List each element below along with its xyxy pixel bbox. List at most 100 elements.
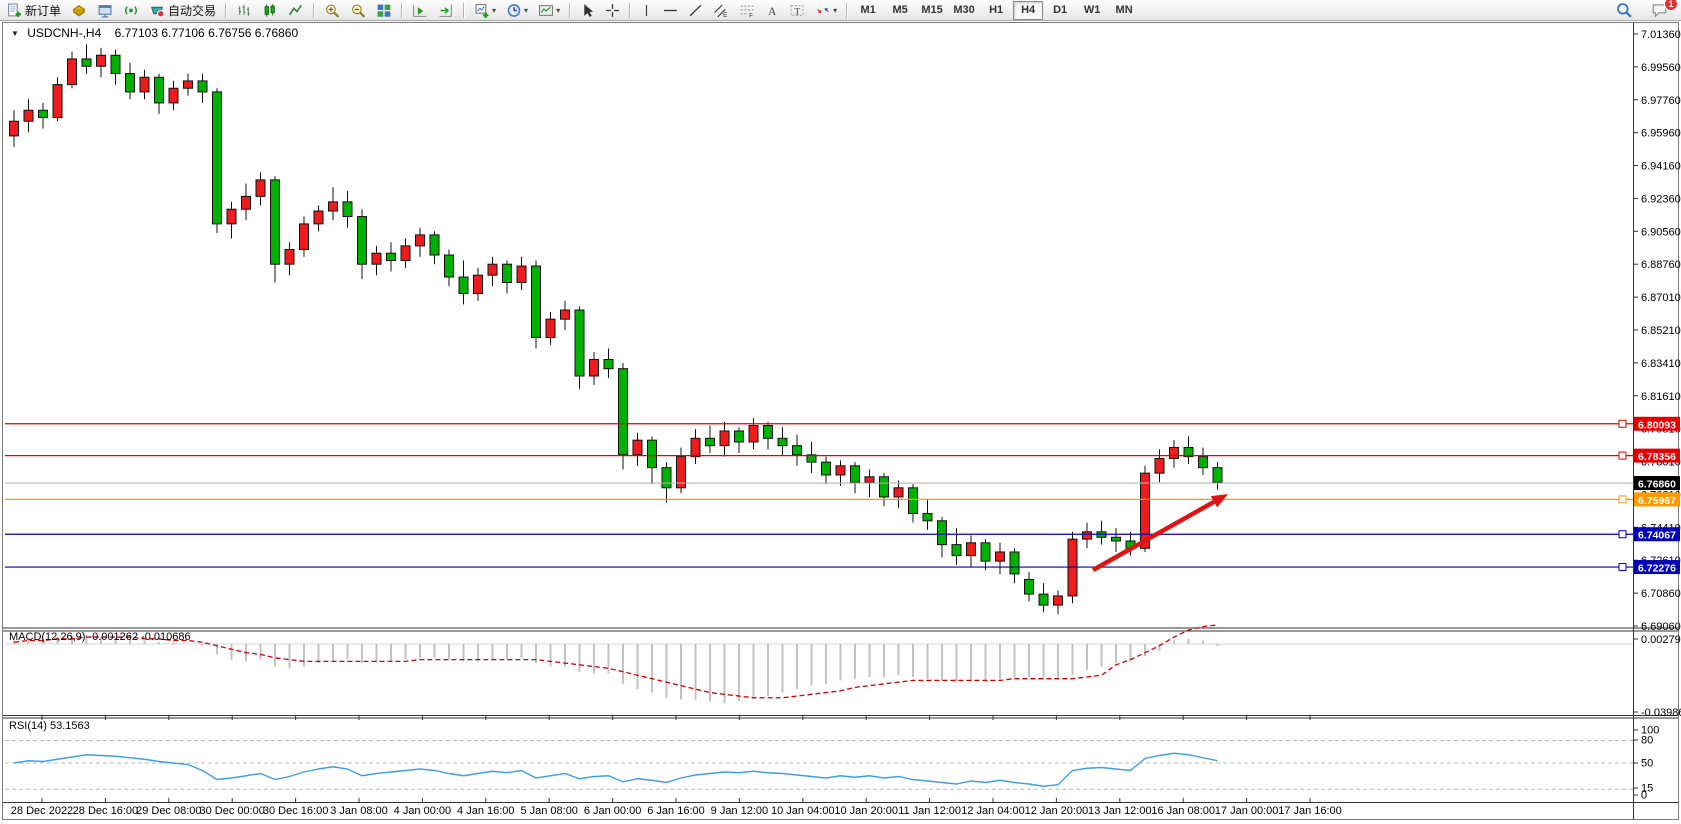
candle (967, 543, 976, 556)
timeframe-mn[interactable]: MN (1109, 1, 1139, 20)
auto-scroll-button[interactable] (408, 0, 432, 21)
templates-caret-icon: ▾ (556, 6, 560, 15)
candle (575, 310, 584, 376)
timeframe-m15[interactable]: M15 (917, 1, 947, 20)
chart-canvas[interactable]: 7.013606.995606.977606.959606.941606.923… (0, 0, 1681, 824)
candle (561, 310, 570, 319)
arrows-button[interactable]: ▾ (811, 0, 841, 21)
date-axis-label: 4 Jan 16:00 (457, 805, 515, 817)
zoom-in-icon (324, 3, 340, 18)
tile-windows-button[interactable] (372, 0, 396, 21)
price-axis-label: 6.94160 (1641, 161, 1681, 173)
cursor-button[interactable] (576, 0, 599, 21)
vertical-line-button[interactable] (636, 0, 657, 21)
templates-icon (538, 3, 554, 18)
zoom-out-icon (350, 3, 366, 18)
candle (82, 59, 91, 66)
horizontal-line-button[interactable] (659, 0, 682, 21)
candle (517, 266, 526, 282)
cursor-icon (580, 3, 595, 18)
date-axis-label: 4 Jan 00:00 (394, 805, 452, 817)
date-axis-label: 11 Jan 12:00 (898, 805, 961, 817)
price-line-label: 6.76860 (1638, 479, 1676, 491)
rsi-axis-label: 50 (1641, 758, 1653, 770)
candle (648, 440, 657, 467)
date-axis-label: 5 Jan 08:00 (520, 805, 578, 817)
candle (1170, 447, 1179, 458)
date-axis-label: 13 Jan 12:00 (1088, 805, 1152, 817)
candle (1054, 596, 1063, 605)
candle (387, 253, 396, 260)
bar-chart-button[interactable] (232, 0, 256, 21)
toolbar-separator (225, 3, 227, 18)
candle (1112, 537, 1121, 541)
text-label-button[interactable]: T (785, 0, 809, 21)
candle (445, 255, 454, 277)
autotrading-icon (149, 3, 165, 18)
chart-menu-triangle-icon[interactable]: ▼ (11, 29, 19, 38)
date-axis-label: 28 Dec 16:00 (73, 805, 138, 817)
market-watch-button[interactable] (67, 0, 91, 21)
timeframe-d1[interactable]: D1 (1045, 1, 1075, 20)
chart-shift-icon (438, 3, 454, 18)
timeframe-w1[interactable]: W1 (1077, 1, 1107, 20)
bar-chart-icon (236, 3, 252, 18)
data-window-button[interactable] (93, 0, 117, 21)
crosshair-button[interactable] (601, 0, 624, 21)
candle (329, 202, 338, 211)
zoom-out-button[interactable] (346, 0, 370, 21)
timeframe-m5[interactable]: M5 (885, 1, 915, 20)
chart-shift-button[interactable] (434, 0, 458, 21)
equidistant-channel-button[interactable]: E (709, 0, 733, 21)
price-axis-label: 6.97760 (1641, 95, 1681, 107)
price-axis-label: 6.81610 (1641, 391, 1681, 403)
navigator-button[interactable] (119, 0, 143, 21)
periods-clock-icon (506, 3, 522, 18)
text-label-icon: T (789, 3, 805, 18)
candle (662, 468, 671, 488)
candle (938, 521, 947, 545)
candle (923, 513, 932, 520)
price-axis-label: 6.85210 (1641, 325, 1681, 337)
candle (619, 369, 628, 455)
line-chart-button[interactable] (284, 0, 308, 21)
price-axis-label: 6.88760 (1641, 259, 1681, 271)
candle (1199, 457, 1208, 468)
candle (474, 275, 483, 293)
periods-button[interactable]: ▾ (502, 0, 532, 21)
line-handle (1619, 531, 1626, 538)
timeframe-h1[interactable]: H1 (981, 1, 1011, 20)
price-line-label: 6.72276 (1638, 563, 1676, 575)
timeframe-m30[interactable]: M30 (949, 1, 979, 20)
autotrading-button[interactable]: 自动交易 (145, 0, 220, 21)
candle (198, 81, 207, 92)
candlestick-chart-icon (262, 3, 278, 18)
candle (430, 235, 439, 255)
toolbar-separator (463, 3, 465, 18)
zoom-in-button[interactable] (320, 0, 344, 21)
timeframe-m1[interactable]: M1 (853, 1, 883, 20)
candle (300, 224, 309, 250)
date-axis-label: 29 Dec 08:00 (136, 805, 201, 817)
trendline-button[interactable] (684, 0, 707, 21)
candle (372, 253, 381, 264)
candle (343, 202, 352, 217)
candlestick-chart-button[interactable] (258, 0, 282, 21)
notifications-button[interactable]: 1 (1647, 0, 1672, 21)
rsi-axis-label: 80 (1641, 735, 1653, 747)
candle (793, 446, 802, 455)
candle (880, 477, 889, 497)
toolbar-separator (629, 3, 631, 18)
fibonacci-button[interactable]: F (735, 0, 759, 21)
svg-text:F: F (749, 12, 753, 18)
templates-button[interactable]: ▾ (534, 0, 564, 21)
chart-symbol-period: USDCNH-,H4 (27, 26, 101, 40)
search-button[interactable] (1612, 0, 1636, 21)
new-order-button[interactable]: 新订单 (3, 0, 65, 21)
new-chart-caret-icon: ▾ (492, 6, 496, 15)
text-button[interactable]: A (761, 0, 783, 21)
timeframe-h4[interactable]: H4 (1013, 1, 1043, 20)
candle (97, 55, 106, 66)
candle (532, 266, 541, 337)
new-chart-button[interactable]: ▾ (470, 0, 500, 21)
